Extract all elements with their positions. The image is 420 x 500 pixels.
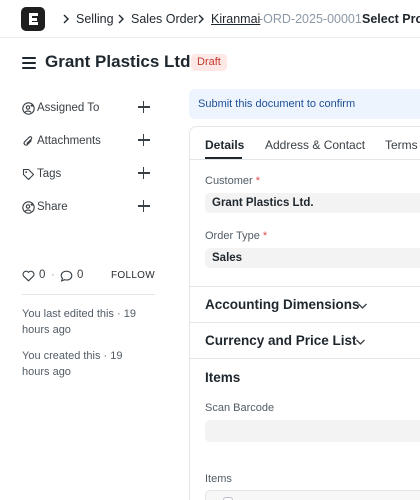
status-badge: Draft [191, 54, 227, 71]
follow-button[interactable]: FOLLOW [111, 270, 155, 281]
customer-label: Customer * [205, 175, 261, 187]
likes-count: 0 [39, 269, 46, 281]
section-divider [190, 358, 420, 359]
tab-address-contact[interactable]: Address & Contact [265, 138, 365, 152]
breadcrumb-current-id[interactable]: -ORD-2025-00001 [259, 12, 362, 26]
items-table-label: Items [205, 473, 232, 485]
add-share-icon[interactable] [138, 200, 150, 212]
customer-value: Grant Plastics Ltd. [212, 197, 314, 209]
customer-field[interactable]: Grant Plastics Ltd. [205, 193, 420, 213]
sidebar-item-tags[interactable]: Tags [22, 167, 154, 185]
breadcrumb-current-prefix[interactable]: Kiranmai [211, 12, 260, 26]
comments-count: 0 [77, 269, 84, 281]
section-items: Items [205, 370, 241, 385]
section-accounting-dimensions[interactable]: Accounting Dimensions [205, 297, 360, 312]
page-title: Grant Plastics Ltd. [45, 52, 196, 71]
sidebar-item-label: Share [37, 201, 68, 213]
required-marker: * [255, 175, 261, 187]
doc-stats: 0 · 0 FOLLOW [22, 268, 155, 284]
order-type-select[interactable]: Sales [205, 248, 420, 268]
created-text: You created this · 19 hours ago [22, 350, 123, 378]
tab-terms[interactable]: Terms [385, 138, 418, 152]
scan-barcode-input[interactable] [205, 420, 420, 442]
sidebar-item-label: Attachments [37, 135, 101, 147]
comment-icon[interactable] [60, 270, 73, 282]
order-type-label: Order Type * [205, 230, 268, 242]
submit-alert: Submit this document to confirm [189, 89, 420, 119]
breadcrumb-sales-order[interactable]: Sales Order [131, 12, 198, 26]
heart-icon[interactable] [22, 270, 35, 282]
chevron-right-icon [118, 14, 124, 24]
scan-barcode-label: Scan Barcode [205, 402, 275, 414]
sidebar-item-share[interactable]: Share [22, 200, 154, 218]
sidebar-item-attachments[interactable]: Attachments [22, 134, 154, 152]
sidebar-item-label: Assigned To [37, 102, 100, 114]
chevron-right-icon [63, 14, 69, 24]
section-currency-price-list[interactable]: Currency and Price List [205, 333, 357, 348]
app-logo-icon[interactable] [21, 7, 45, 31]
section-divider [190, 322, 420, 323]
required-marker: * [262, 230, 268, 242]
last-edited-text: You last edited this · 19 hours ago [22, 308, 136, 336]
select-project-link[interactable]: Select Proj [362, 12, 420, 26]
sidebar-divider [22, 294, 155, 295]
chevron-right-icon [198, 14, 204, 24]
menu-toggle-icon[interactable] [22, 57, 36, 69]
separator-dot: · [51, 269, 55, 281]
add-attachment-icon[interactable] [138, 134, 150, 146]
chevron-down-icon[interactable] [357, 302, 368, 310]
tab-divider [190, 159, 420, 160]
paperclip-icon [23, 136, 33, 146]
sidebar-item-label: Tags [37, 168, 62, 180]
chevron-down-icon[interactable] [355, 338, 366, 346]
breadcrumb-selling[interactable]: Selling [76, 12, 114, 26]
order-type-value: Sales [212, 252, 243, 264]
items-table-header [205, 490, 420, 500]
alert-message: Submit this document to confirm [198, 98, 356, 110]
sidebar-item-assigned-to[interactable]: Assigned To [22, 101, 154, 119]
section-divider [190, 286, 420, 287]
tag-icon [22, 168, 35, 181]
user-plus-icon [22, 102, 35, 115]
share-user-icon [22, 201, 35, 214]
add-tag-icon[interactable] [138, 167, 150, 179]
tab-details[interactable]: Details [205, 138, 244, 152]
add-assignee-icon[interactable] [138, 101, 150, 113]
